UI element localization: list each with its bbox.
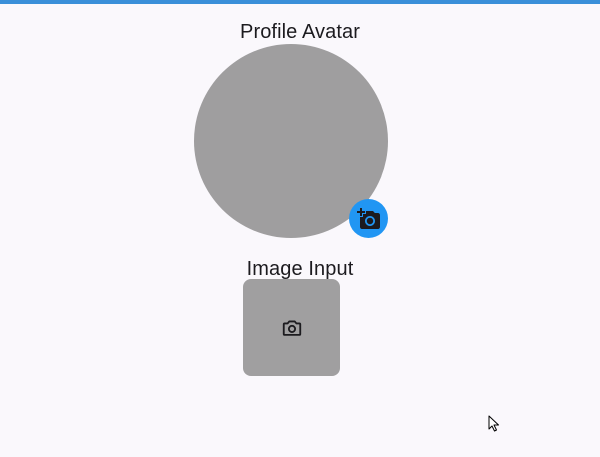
mouse-cursor-icon (488, 415, 499, 432)
camera-icon (282, 319, 301, 336)
add-a-photo-icon (356, 207, 380, 229)
add-photo-button[interactable] (349, 199, 388, 238)
profile-avatar-title: Profile Avatar (240, 21, 360, 43)
top-accent-bar (0, 0, 600, 4)
image-input-box[interactable] (243, 279, 340, 376)
image-input-title: Image Input (246, 258, 354, 280)
